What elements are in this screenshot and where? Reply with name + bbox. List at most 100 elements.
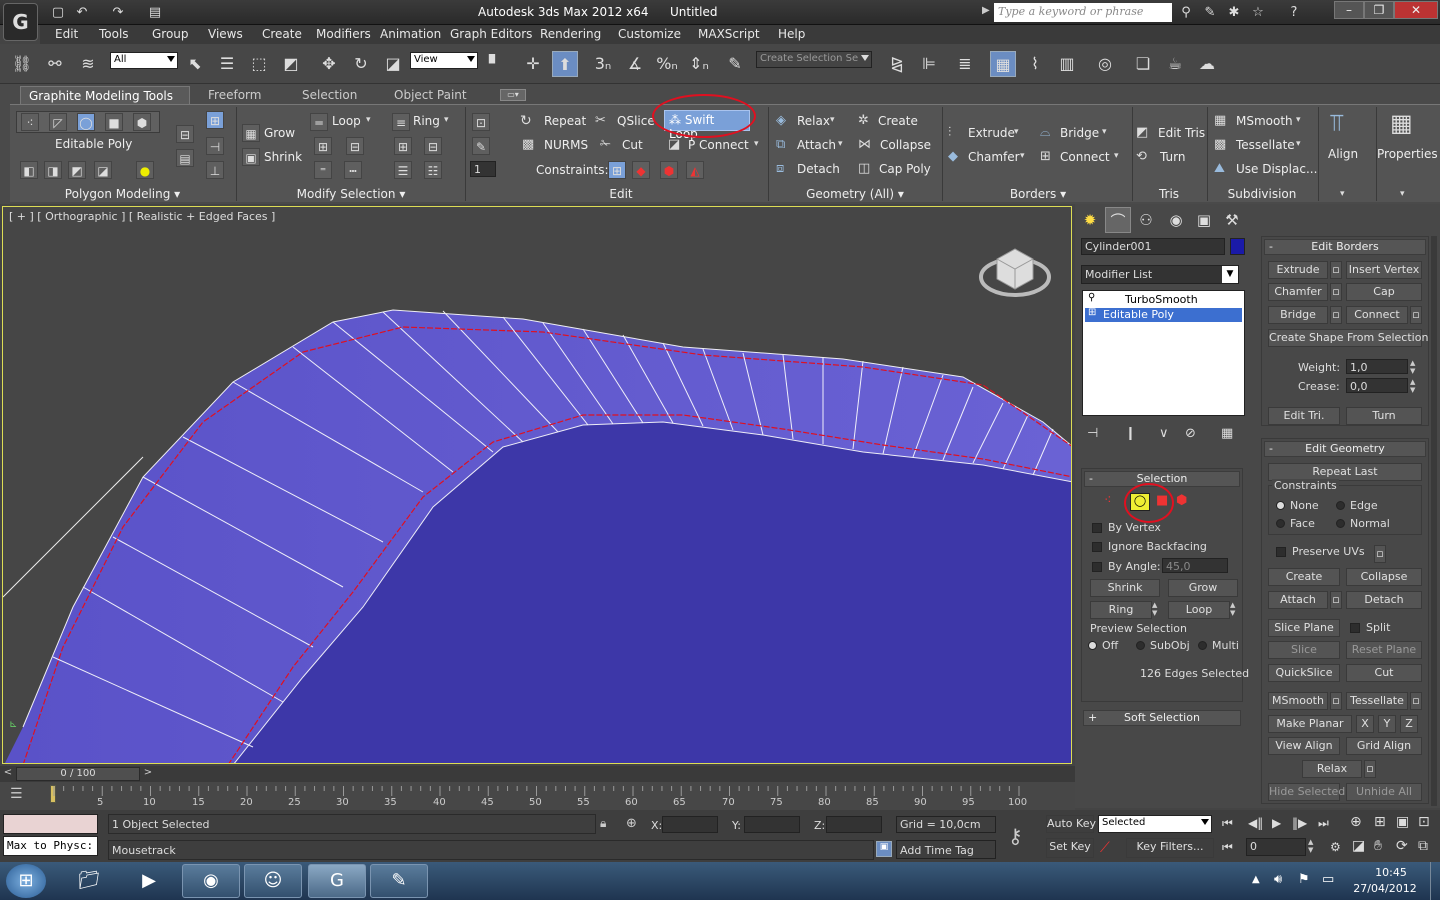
hierarchy-panel-tab-icon[interactable]: ⚇ bbox=[1133, 207, 1159, 233]
relax-dropdown-icon[interactable]: ▾ bbox=[830, 115, 835, 125]
constraint-normal-icon[interactable]: ◭ bbox=[686, 161, 704, 179]
media-player-icon[interactable]: ▶ bbox=[120, 864, 178, 898]
bridge-border-button[interactable]: Bridge bbox=[1268, 306, 1328, 324]
border-level-icon[interactable]: ◯ bbox=[77, 113, 95, 131]
ignore-backfacing-checkbox[interactable] bbox=[1092, 542, 1102, 552]
tab-graphite-modeling-tools[interactable]: Graphite Modeling Tools bbox=[20, 86, 190, 104]
properties-button[interactable]: Properties bbox=[1377, 147, 1438, 161]
detach-geometry-button[interactable]: Detach bbox=[1346, 591, 1422, 609]
edit-geometry-header[interactable]: - Edit Geometry bbox=[1264, 441, 1426, 457]
cut-icon[interactable]: ✁ bbox=[600, 137, 611, 152]
ignore-backfacing-icon[interactable]: ⊞ bbox=[206, 111, 224, 129]
shrink-loop-icon[interactable]: ⊟ bbox=[346, 137, 364, 155]
ring-dropdown-icon[interactable]: ▾ bbox=[444, 115, 449, 125]
tab-object-paint[interactable]: Object Paint bbox=[386, 86, 475, 104]
render-production-icon[interactable]: ☁ bbox=[1194, 51, 1220, 77]
planar-x-button[interactable]: X bbox=[1356, 715, 1374, 733]
next-modifier-icon[interactable]: ◨ bbox=[44, 161, 62, 179]
lock-selection-icon[interactable]: 🔒︎ bbox=[600, 816, 606, 831]
cut-button[interactable]: Cut bbox=[622, 138, 643, 152]
make-unique-icon[interactable]: ∨ bbox=[1159, 426, 1169, 441]
edit-borders-header[interactable]: - Edit Borders bbox=[1264, 239, 1426, 255]
editable-poly-label[interactable]: Editable Poly bbox=[55, 137, 132, 151]
display-panel-tab-icon[interactable]: ▣ bbox=[1191, 207, 1217, 233]
borders-group-title[interactable]: Borders ▾ bbox=[942, 187, 1134, 203]
loop-icon[interactable]: ═ bbox=[310, 113, 328, 131]
menu-create[interactable]: Create bbox=[262, 27, 302, 41]
perspective-viewport[interactable]: ⊾ [ + ] [ Orthographic ] [ Realistic + E… bbox=[2, 206, 1072, 764]
schematic-view-icon[interactable]: ▥ bbox=[1054, 51, 1080, 77]
relax-geometry-button[interactable]: Relax bbox=[1302, 760, 1362, 778]
redo-icon[interactable]: ↷ bbox=[108, 3, 128, 22]
shrink-icon[interactable]: ▣ bbox=[242, 148, 260, 166]
ring-spinner-icon[interactable]: ▲ ▼ bbox=[1152, 601, 1160, 619]
dotloop-icon[interactable]: ┅ bbox=[344, 161, 362, 179]
ring-icon[interactable]: ≡ bbox=[392, 113, 410, 131]
object-name-field[interactable]: Cylinder001 bbox=[1081, 238, 1225, 255]
maxscript-listener-top[interactable] bbox=[3, 814, 98, 834]
relax-icon[interactable]: ◈ bbox=[776, 113, 786, 128]
constraint-edge-icon[interactable]: ◆ bbox=[632, 161, 650, 179]
qslice-button[interactable]: QSlice bbox=[617, 114, 655, 128]
ribbon-options-icon[interactable]: ▭▾ bbox=[500, 89, 526, 101]
default-tangent-icon[interactable]: ⟋ bbox=[1100, 840, 1110, 856]
expand-search-icon[interactable]: ▶ bbox=[982, 5, 990, 16]
constraint-none-radio[interactable] bbox=[1276, 501, 1285, 510]
chamfer-border-button[interactable]: Chamfer bbox=[1268, 283, 1328, 301]
collapse-stack-icon[interactable]: ● bbox=[136, 161, 154, 179]
constraint-face-radio[interactable] bbox=[1276, 519, 1285, 528]
zoom-extents-icon[interactable]: ▣ bbox=[1396, 814, 1409, 830]
ring-mode-icon[interactable]: ☰ bbox=[394, 161, 412, 179]
insert-vertex-button[interactable]: Insert Vertex bbox=[1346, 261, 1422, 279]
connect-button[interactable]: Connect bbox=[1060, 150, 1110, 164]
cap-button[interactable]: Cap bbox=[1346, 283, 1422, 301]
slice-plane-button[interactable]: Slice Plane bbox=[1268, 619, 1340, 637]
clock-time[interactable]: 10:45 bbox=[1366, 866, 1416, 879]
show-end-result-icon[interactable]: ◩ bbox=[68, 161, 86, 179]
split-checkbox[interactable] bbox=[1350, 623, 1360, 633]
create-icon[interactable]: ✲ bbox=[858, 113, 869, 128]
relax-settings-button[interactable]: ▫ bbox=[1364, 760, 1376, 778]
rendered-frame-icon[interactable]: ☕ bbox=[1162, 51, 1188, 77]
crease-spinner-icon[interactable]: ▲ ▼ bbox=[1410, 378, 1415, 394]
attach-button[interactable]: Attach bbox=[797, 138, 836, 152]
detach-icon[interactable]: ⧈ bbox=[776, 161, 784, 176]
layer-manager-icon[interactable]: ≣ bbox=[952, 51, 978, 77]
start-button-icon[interactable]: ⊞ bbox=[6, 864, 46, 898]
connect-settings-button[interactable]: ▫ bbox=[1410, 306, 1422, 324]
nurms-icon[interactable]: ▩ bbox=[522, 137, 534, 152]
qslice-icon[interactable]: ✂ bbox=[595, 113, 606, 128]
geometry-group-title[interactable]: Geometry (All) ▾ bbox=[768, 187, 942, 203]
vertex-level-icon[interactable]: ⁖ bbox=[21, 113, 39, 131]
time-slider-prev-icon[interactable]: < bbox=[2, 767, 14, 781]
snaps-toggle-icon[interactable]: 3ₙ bbox=[590, 51, 616, 77]
binoculars-icon[interactable]: ⚲ bbox=[1176, 3, 1196, 22]
msmooth-dropdown-icon[interactable]: ▾ bbox=[1296, 115, 1301, 125]
menu-modifiers[interactable]: Modifiers bbox=[316, 27, 371, 41]
tab-freeform[interactable]: Freeform bbox=[200, 86, 269, 104]
messenger-icon[interactable]: ☺ bbox=[244, 864, 302, 898]
command-panel-scrollbar[interactable] bbox=[1431, 236, 1437, 806]
relax-button[interactable]: Relax bbox=[797, 114, 830, 128]
z-coordinate-field[interactable] bbox=[826, 816, 882, 833]
preserve-uv-toggle-icon[interactable]: ⊡ bbox=[472, 113, 490, 131]
move-icon[interactable]: ✥ bbox=[316, 51, 342, 77]
vertex-select-icon[interactable]: ⁖ bbox=[1104, 493, 1112, 508]
constraint-normal-radio[interactable] bbox=[1336, 519, 1345, 528]
zoom-extents-all-icon[interactable]: ⊡ bbox=[1418, 814, 1430, 830]
menu-rendering[interactable]: Rendering bbox=[540, 27, 601, 41]
collapse-button[interactable]: Collapse bbox=[880, 138, 931, 152]
hide-selected-button[interactable]: Hide Selected bbox=[1268, 783, 1345, 801]
select-by-angle-icon[interactable]: ⊣ bbox=[206, 137, 224, 155]
firefox-icon[interactable]: ◉ bbox=[182, 864, 240, 898]
msmooth-geometry-button[interactable]: MSmooth bbox=[1268, 692, 1328, 710]
create-panel-tab-icon[interactable]: ✹ bbox=[1077, 207, 1103, 233]
preserve-uvs-icon[interactable]: ⊟ bbox=[176, 125, 194, 143]
constraint-edge-radio[interactable] bbox=[1336, 501, 1345, 510]
preview-subobj-radio[interactable] bbox=[1136, 641, 1145, 650]
time-configuration-icon[interactable]: ⚙ bbox=[1330, 840, 1341, 854]
edit-tris-icon[interactable]: ◩ bbox=[1136, 125, 1148, 140]
close-button[interactable]: ✕ bbox=[1394, 1, 1438, 19]
connect-border-button[interactable]: Connect bbox=[1346, 306, 1408, 324]
p-connect-dropdown-icon[interactable]: ▾ bbox=[754, 139, 759, 149]
